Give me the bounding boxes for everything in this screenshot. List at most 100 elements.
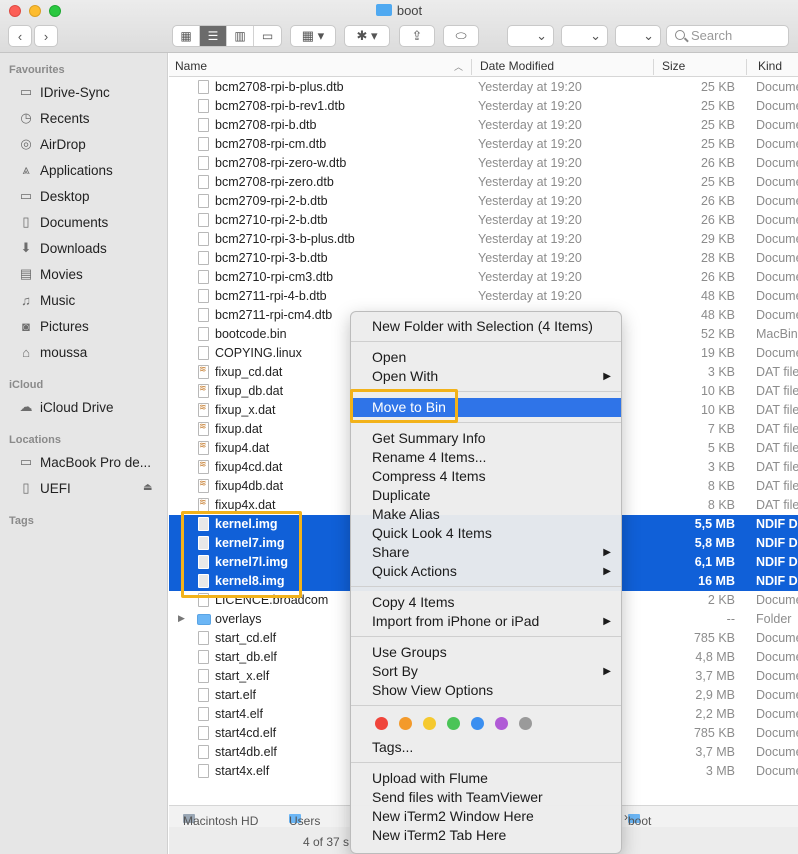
column-date[interactable]: Date Modified xyxy=(480,59,554,73)
menu-item-duplicate[interactable]: Duplicate xyxy=(351,486,621,505)
sidebar-item-desktop[interactable]: ▭ Desktop xyxy=(18,185,90,207)
file-row[interactable]: bcm2708-rpi-b.dtb Yesterday at 19:20 25 KB… xyxy=(169,116,798,135)
menu-item-rename[interactable]: Rename 4 Items... xyxy=(351,448,621,467)
gallery-view-icon[interactable]: ▭ xyxy=(254,26,281,46)
file-row[interactable]: bcm2710-rpi-cm3.dtb Yesterday at 19:20 26 … xyxy=(169,268,798,287)
column-divider[interactable] xyxy=(471,59,472,75)
column-name[interactable]: Name xyxy=(175,59,207,73)
file-row[interactable]: bcm2709-rpi-2-b.dtb Yesterday at 19:20 26 … xyxy=(169,192,798,211)
menu-item-import-from-iphone[interactable]: Import from iPhone or iPad ▶ xyxy=(351,612,621,631)
file-row[interactable]: bcm2708-rpi-zero-w.dtb Yesterday at 19:20… xyxy=(169,154,798,173)
menu-item-get-summary-info[interactable]: Get Summary Info xyxy=(351,429,621,448)
chevron-right-icon: › xyxy=(43,28,49,44)
file-name: start4x.elf xyxy=(215,764,270,778)
column-divider[interactable] xyxy=(746,59,747,75)
toolbar-dropdown-3[interactable]: ⌄ xyxy=(615,25,661,47)
path-item-boot[interactable]: › boot xyxy=(624,810,651,828)
menu-item-copy[interactable]: Copy 4 Items xyxy=(351,593,621,612)
menu-item-compress[interactable]: Compress 4 Items xyxy=(351,467,621,486)
file-row[interactable]: bcm2708-rpi-b-rev1.dtb Yesterday at 19:20… xyxy=(169,97,798,116)
file-row[interactable]: bcm2710-rpi-2-b.dtb Yesterday at 19:20 26 … xyxy=(169,211,798,230)
file-kind: DAT file xyxy=(756,498,798,512)
file-row[interactable]: bcm2708-rpi-b-plus.dtb Yesterday at 19:20… xyxy=(169,78,798,97)
file-row[interactable]: bcm2711-rpi-4-b.dtb Yesterday at 19:20 48 … xyxy=(169,287,798,306)
menu-item-upload-with-flume[interactable]: Upload with Flume xyxy=(351,769,621,788)
icon-view-icon[interactable]: ▦ xyxy=(173,26,200,46)
file-row[interactable]: bcm2710-rpi-3-b-plus.dtb Yesterday at 19:… xyxy=(169,230,798,249)
path-item-disk[interactable]: Macintosh HD › xyxy=(183,810,258,828)
back-button[interactable]: ‹ xyxy=(8,25,32,47)
sidebar-item-music[interactable]: ♫ Music xyxy=(18,289,75,311)
file-name: start_cd.elf xyxy=(215,631,277,645)
file-name: bcm2708-rpi-zero-w.dtb xyxy=(215,156,347,170)
sidebar-item-movies[interactable]: ▤ Movies xyxy=(18,263,83,285)
file-row[interactable]: bcm2710-rpi-3-b.dtb Yesterday at 19:20 28 … xyxy=(169,249,798,268)
tag-color-dot[interactable] xyxy=(399,717,412,730)
menu-item-use-groups[interactable]: Use Groups xyxy=(351,643,621,662)
eject-icon[interactable]: ⏏ xyxy=(143,482,152,493)
column-divider[interactable] xyxy=(653,59,654,75)
file-row[interactable]: bcm2708-rpi-zero.dtb Yesterday at 19:20 25… xyxy=(169,173,798,192)
tags-button[interactable]: ⬭ xyxy=(443,25,479,47)
menu-item-new-folder-with-selection[interactable]: New Folder with Selection (4 Items) xyxy=(351,317,621,336)
tag-color-dot[interactable] xyxy=(495,717,508,730)
menu-item-make-alias[interactable]: Make Alias xyxy=(351,505,621,524)
action-button[interactable]: ✱ ▾ xyxy=(344,25,390,47)
menu-item-share[interactable]: Share ▶ xyxy=(351,543,621,562)
menu-item-new-iterm-window[interactable]: New iTerm2 Window Here xyxy=(351,807,621,826)
tag-color-dot[interactable] xyxy=(447,717,460,730)
menu-item-quick-look[interactable]: Quick Look 4 Items xyxy=(351,524,621,543)
menu-item-open[interactable]: Open xyxy=(351,348,621,367)
file-size: -- xyxy=(726,612,735,626)
sidebar-item-idrive[interactable]: ▭ IDrive-Sync xyxy=(18,81,110,103)
document-icon xyxy=(198,137,209,151)
file-size: 785 KB xyxy=(693,631,735,645)
tag-color-dot[interactable] xyxy=(519,717,532,730)
menu-item-open-with[interactable]: Open With ▶ xyxy=(351,367,621,386)
file-kind: Docume xyxy=(756,745,798,759)
sidebar-item-pictures[interactable]: ◙ Pictures xyxy=(18,315,89,337)
path-item-users[interactable]: Users › xyxy=(289,810,320,828)
forward-button[interactable]: › xyxy=(34,25,58,47)
file-kind: Docume xyxy=(756,346,798,360)
file-size: 52 KB xyxy=(700,327,735,341)
file-kind: Docume xyxy=(756,232,798,246)
menu-item-quick-actions[interactable]: Quick Actions ▶ xyxy=(351,562,621,581)
file-kind: Docume xyxy=(756,707,798,721)
sidebar-item-macbook[interactable]: ▭ MacBook Pro de... xyxy=(18,451,151,473)
sidebar-item-icloud-drive[interactable]: ☁ iCloud Drive xyxy=(18,396,114,418)
toolbar-dropdown-2[interactable]: ⌄ xyxy=(561,25,608,47)
sidebar-item-applications[interactable]: ⩓ Applications xyxy=(18,159,112,181)
menu-item-new-iterm-tab[interactable]: New iTerm2 Tab Here xyxy=(351,826,621,845)
column-size[interactable]: Size xyxy=(662,59,685,73)
tag-color-dot[interactable] xyxy=(471,717,484,730)
toolbar-dropdown-1[interactable]: ⌄ xyxy=(507,25,554,47)
file-size: 25 KB xyxy=(700,175,735,189)
sidebar-item-recents[interactable]: ◷ Recents xyxy=(18,107,89,129)
disclosure-triangle-icon[interactable]: ▶ xyxy=(178,613,185,624)
column-view-icon[interactable]: ▥ xyxy=(227,26,254,46)
menu-item-send-with-teamviewer[interactable]: Send files with TeamViewer xyxy=(351,788,621,807)
tag-color-dot[interactable] xyxy=(375,717,388,730)
group-button[interactable]: ▦ ▾ xyxy=(290,25,336,47)
file-name: start_x.elf xyxy=(215,669,270,683)
sidebar-item-downloads[interactable]: ⬇ Downloads xyxy=(18,237,107,259)
file-row[interactable]: bcm2708-rpi-cm.dtb Yesterday at 19:20 25 K… xyxy=(169,135,798,154)
share-button[interactable]: ⇪ xyxy=(399,25,435,47)
sidebar-item-uefi[interactable]: ▯ UEFI xyxy=(18,477,70,499)
menu-item-sort-by[interactable]: Sort By ▶ xyxy=(351,662,621,681)
file-kind: Docume xyxy=(756,175,798,189)
search-input[interactable]: Search xyxy=(666,25,789,47)
file-size: 5 KB xyxy=(707,441,735,455)
tag-color-dot[interactable] xyxy=(423,717,436,730)
menu-item-show-view-options[interactable]: Show View Options xyxy=(351,681,621,700)
column-kind[interactable]: Kind xyxy=(758,59,782,73)
list-view-icon[interactable]: ☰ xyxy=(200,26,227,46)
sidebar-item-home[interactable]: ⌂ moussa xyxy=(18,341,87,363)
sidebar-item-airdrop[interactable]: ◎ AirDrop xyxy=(18,133,85,155)
document-icon xyxy=(198,213,209,227)
file-kind: Docume xyxy=(756,137,798,151)
file-name: start.elf xyxy=(215,688,256,702)
sidebar-item-documents[interactable]: ▯ Documents xyxy=(18,211,108,233)
menu-item-tags[interactable]: Tags... xyxy=(351,738,621,757)
